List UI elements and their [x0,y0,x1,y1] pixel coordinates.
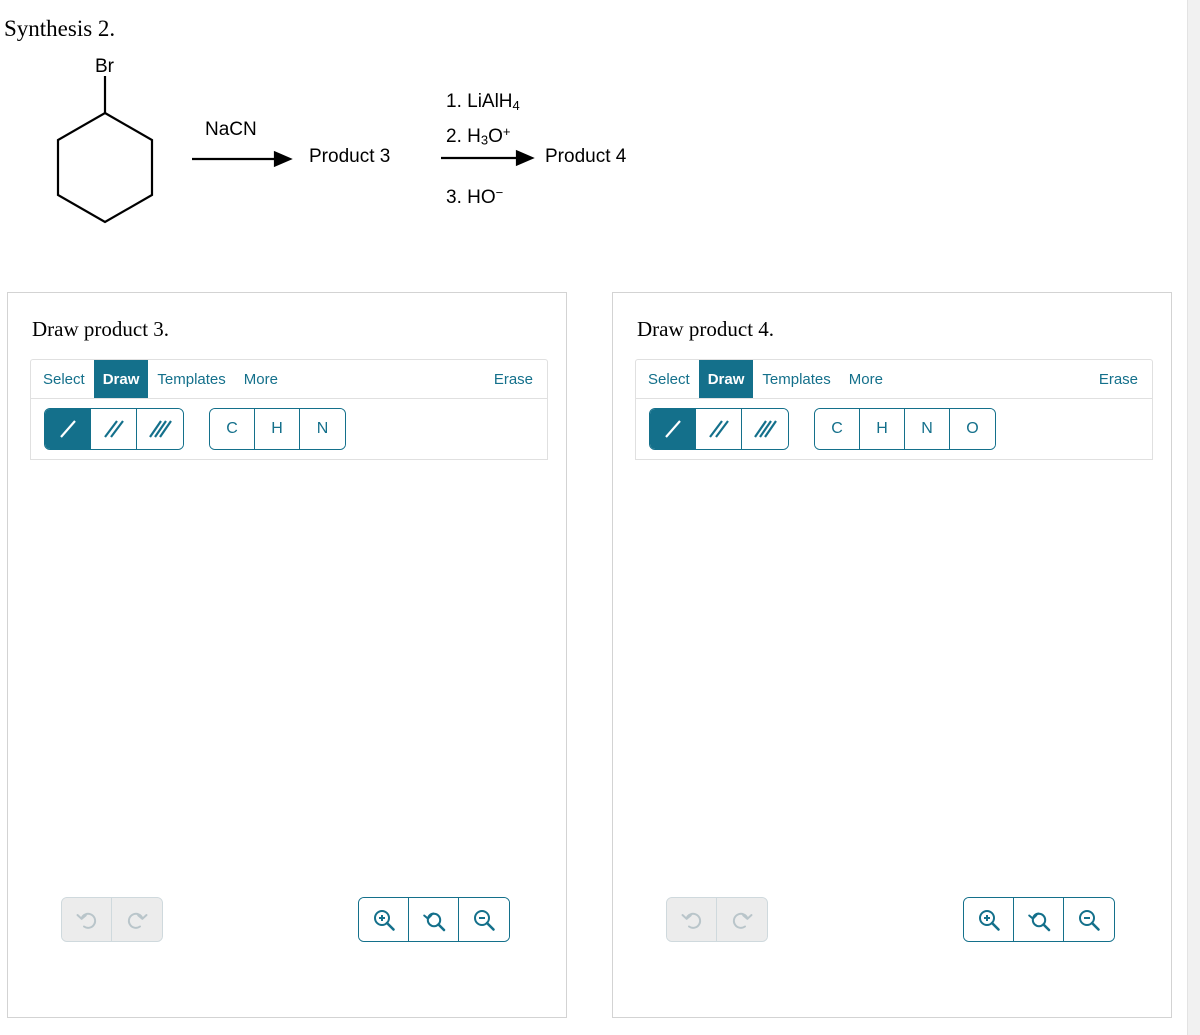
bond-tool-group [649,408,789,450]
tab-select[interactable]: Select [636,360,699,398]
cyclohexane-ring [56,76,154,224]
tabbar-spacer [287,360,485,398]
br-label: Br [95,56,114,77]
tab-templates[interactable]: Templates [148,360,234,398]
molecule-editor: Select Draw Templates More Erase [30,359,548,460]
editor-toolrow: C H N [30,398,548,460]
tabbar-spacer [892,360,1090,398]
zoom-out-icon[interactable] [1064,898,1114,941]
reaction-arrow-1 [192,150,293,168]
element-button-o[interactable]: O [950,409,995,449]
double-bond-icon[interactable] [696,409,742,449]
double-bond-icon[interactable] [91,409,137,449]
drawing-canvas[interactable] [30,483,548,878]
element-button-h[interactable]: H [255,409,300,449]
zoom-in-icon[interactable] [964,898,1014,941]
zoom-reset-icon[interactable] [409,898,459,941]
triple-bond-icon[interactable] [137,409,183,449]
element-button-group: C H N O [814,408,996,450]
molecule-editor: Select Draw Templates More Erase [635,359,1153,460]
drawing-canvas[interactable] [635,483,1153,878]
editor-tabbar: Select Draw Templates More Erase [30,359,548,398]
triple-bond-icon[interactable] [742,409,788,449]
reaction-scheme: Synthesis 2. Br NaCN Product 3 1. LiAlH4… [0,0,1188,285]
erase-button[interactable]: Erase [485,360,547,398]
redo-icon[interactable] [112,898,162,941]
single-bond-icon[interactable] [45,409,91,449]
editor-bottom-controls [8,889,568,953]
element-button-h[interactable]: H [860,409,905,449]
zoom-button-group [963,897,1115,942]
reagent-step-3: 3. HO− [446,185,504,208]
history-button-group [666,897,768,942]
draw-product-3-card: Draw product 3. Select Draw Templates Mo… [7,292,567,1018]
undo-icon[interactable] [62,898,112,941]
element-button-n[interactable]: N [300,409,345,449]
reaction-arrow-2 [441,149,535,167]
erase-button[interactable]: Erase [1090,360,1152,398]
bond-tool-group [44,408,184,450]
element-button-n[interactable]: N [905,409,950,449]
page-scrollbar[interactable] [1187,0,1200,1035]
zoom-button-group [358,897,510,942]
zoom-reset-icon[interactable] [1014,898,1064,941]
tab-select[interactable]: Select [31,360,94,398]
reagent-step-1: 1. LiAlH4 [446,91,520,113]
zoom-in-icon[interactable] [359,898,409,941]
single-bond-icon[interactable] [650,409,696,449]
element-button-c[interactable]: C [815,409,860,449]
editor-toolrow: C H N O [635,398,1153,460]
draw-product-4-card: Draw product 4. Select Draw Templates Mo… [612,292,1172,1018]
element-button-group: C H N [209,408,346,450]
tab-templates[interactable]: Templates [753,360,839,398]
editor-bottom-controls [613,889,1173,953]
card-title: Draw product 4. [637,317,775,341]
product-3-label: Product 3 [309,146,391,167]
reagent-step-2: 2. H3O+ [446,124,511,148]
tab-draw[interactable]: Draw [93,360,149,398]
redo-icon[interactable] [717,898,767,941]
tab-draw[interactable]: Draw [698,360,754,398]
undo-icon[interactable] [667,898,717,941]
zoom-out-icon[interactable] [459,898,509,941]
product-4-label: Product 4 [545,146,627,167]
tab-more[interactable]: More [235,360,287,398]
history-button-group [61,897,163,942]
card-title: Draw product 3. [32,317,170,341]
tab-more[interactable]: More [840,360,892,398]
reagent-nacn-label: NaCN [205,119,257,140]
editor-tabbar: Select Draw Templates More Erase [635,359,1153,398]
scheme-drawing [56,76,535,224]
element-button-c[interactable]: C [210,409,255,449]
